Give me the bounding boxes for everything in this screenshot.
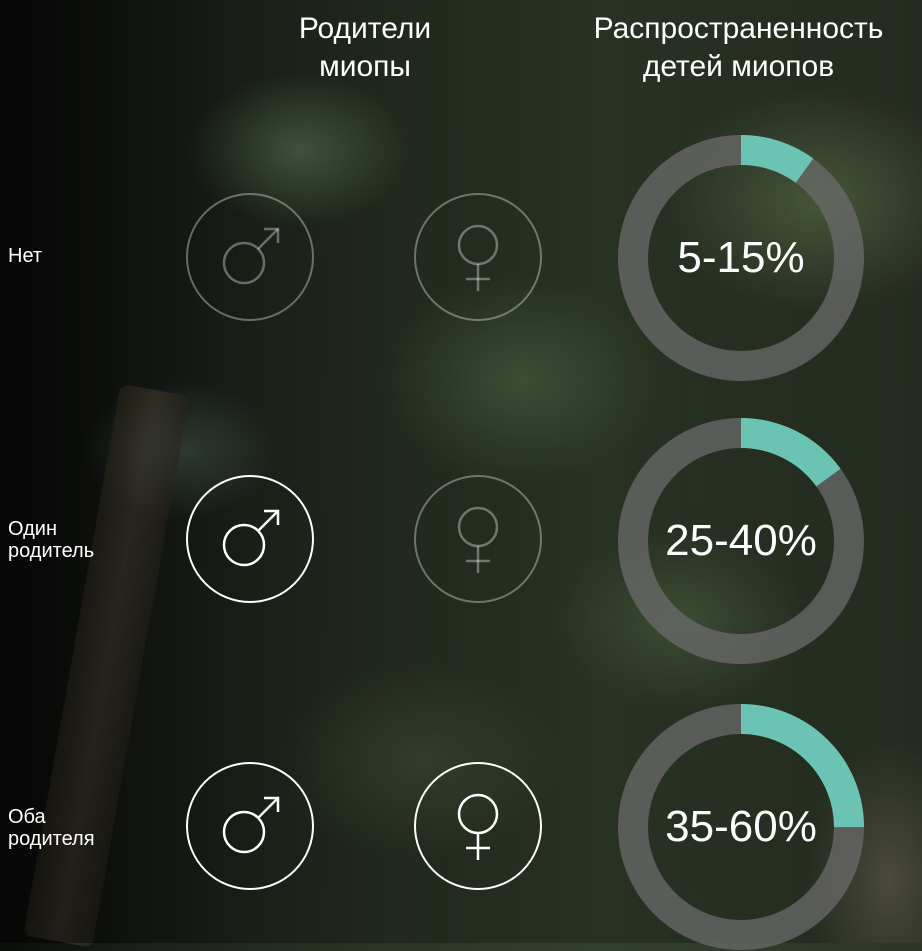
prevalence-donut: 5-15% — [617, 134, 865, 382]
row-label-none: Нет — [8, 245, 42, 267]
header-prevalence: Распространенность детей миопов — [555, 10, 922, 86]
row-label-one-parent: Один родитель — [8, 518, 94, 562]
header-parents-line1: Родители — [298, 12, 432, 45]
female-symbol-icon — [457, 224, 499, 291]
female-symbol-icon — [457, 506, 499, 573]
prevalence-percent-label: 25-40% — [665, 516, 817, 565]
male-symbol-icon — [222, 227, 280, 285]
row-label-line1: Нет — [8, 245, 43, 267]
header-parents-myopic: Родители миопы — [255, 10, 475, 86]
female-symbol-icon — [457, 793, 499, 860]
mother-circle — [414, 475, 542, 603]
row-label-line1: Оба — [8, 806, 46, 828]
prevalence-donut: 25-40% — [617, 417, 865, 665]
prevalence-percent-label: 5-15% — [677, 233, 805, 282]
mother-circle — [414, 762, 542, 890]
male-symbol-icon — [222, 796, 280, 854]
father-circle — [186, 475, 314, 603]
row-label-line1: Один — [8, 518, 58, 540]
header-parents-line2: миопы — [319, 50, 411, 83]
header-prevalence-line2: детей миопов — [642, 50, 835, 83]
male-symbol-icon — [222, 509, 280, 567]
prevalence-percent-label: 35-60% — [665, 802, 817, 851]
header-prevalence-line1: Распространенность — [593, 12, 884, 45]
father-circle — [186, 762, 314, 890]
father-circle — [186, 193, 314, 321]
row-label-line2: родителя — [8, 828, 95, 850]
mother-circle — [414, 193, 542, 321]
row-label-both-parents: Оба родителя — [8, 806, 95, 850]
prevalence-donut: 35-60% — [617, 703, 865, 951]
row-label-line2: родитель — [8, 540, 95, 562]
